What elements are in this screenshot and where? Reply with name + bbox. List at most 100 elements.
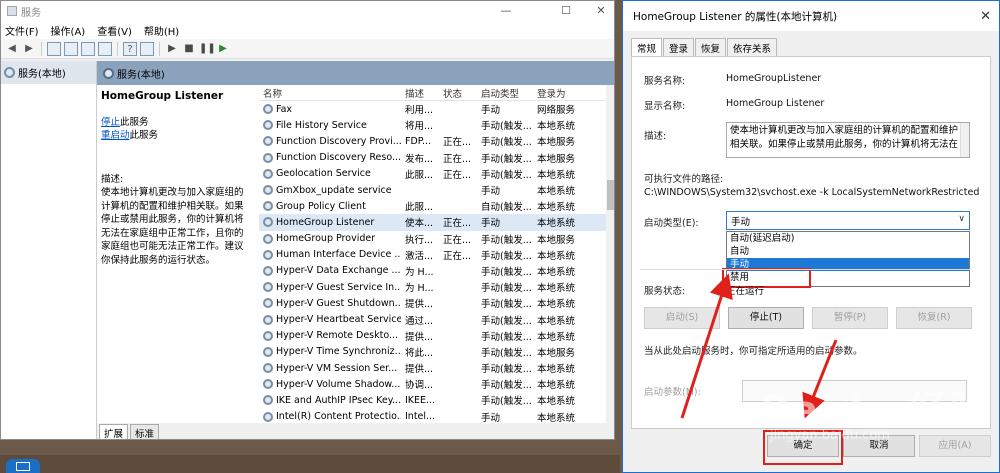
table-row[interactable]: Fax 利用... 手动 网络服务 [259, 101, 609, 117]
resume-button[interactable]: 恢复(R) [896, 307, 972, 329]
list-scrollbar[interactable] [606, 85, 614, 425]
column-startup-type[interactable]: 启动类型 [477, 86, 533, 100]
view-icon[interactable] [140, 41, 154, 56]
menu-file[interactable]: 文件(F) [5, 23, 39, 38]
column-name[interactable]: 名称 [259, 86, 401, 100]
restart-service-link[interactable]: 重启动 [101, 130, 130, 141]
table-row[interactable]: IKE and AuthIP IPsec Key... IKEE... 手动(触发.… [259, 392, 609, 408]
pause-button[interactable]: 暂停(P) [812, 307, 888, 329]
mail-icon [16, 462, 30, 471]
table-row[interactable]: Group Policy Client 此服... 自动(触发... 本地系统 [259, 198, 609, 214]
menu-view[interactable]: 查看(V) [97, 23, 132, 38]
service-logon-cell: 本地系统 [537, 364, 576, 376]
description-field[interactable]: 使本地计算机更改与加入家庭组的计算机的配置和维护相关联。如果停止或禁用此服务，你… [726, 122, 970, 158]
table-row[interactable]: Geolocation Service 此服... 正在... 手动(触发... 本地系… [259, 166, 609, 182]
table-row[interactable]: Hyper-V Heartbeat Service 通过... 手动(触发... 本地… [259, 311, 609, 327]
menu-help[interactable]: 帮助(H) [144, 23, 179, 38]
start-button[interactable]: 启动(S) [644, 307, 720, 329]
column-status[interactable]: 状态 [439, 86, 477, 100]
service-name-cell: Intel(R) Content Protectio... [259, 411, 401, 422]
forward-arrow-icon[interactable]: ▶ [22, 42, 36, 56]
panel-header: 服务(本地) [97, 61, 614, 85]
service-name-text: Hyper-V Data Exchange ... [276, 265, 401, 277]
scrollbar-thumb[interactable] [607, 180, 614, 210]
option-auto[interactable]: 自动 [727, 245, 969, 258]
startup-type-select[interactable]: 手动 ∨ [726, 211, 970, 230]
service-name-text: HomeGroup Listener [276, 216, 375, 228]
service-name-text: Hyper-V VM Session Ser... [276, 362, 398, 374]
table-row[interactable]: Hyper-V VM Session Ser... 提供... 手动(触发... 本地… [259, 360, 609, 376]
pause-icon[interactable]: ❚❚ [199, 42, 216, 56]
service-desc-cell: 协调... [405, 380, 434, 392]
table-row[interactable]: HomeGroup Listener 使本... 正在... 手动 本地系统 [259, 214, 609, 231]
service-desc-cell: 使本... [405, 218, 434, 230]
service-startup-cell: 手动(触发... [481, 283, 532, 295]
table-row[interactable]: Human Interface Device ... 激活... 正在... 手动(触… [259, 247, 609, 263]
table-row[interactable]: Hyper-V Guest Shutdown... 提供... 手动(触发... 本地… [259, 295, 609, 311]
exe-path-value: C:\WINDOWS\System32\svchost.exe -k Local… [644, 187, 980, 198]
service-desc-cell: 利用... [405, 105, 434, 117]
gear-icon [4, 67, 15, 78]
service-name-text: Function Discovery Provi... [276, 135, 401, 147]
table-row[interactable]: Hyper-V Time Synchroniz... 将此... 手动(触发... 本… [259, 344, 609, 360]
export-icon[interactable] [98, 41, 112, 56]
service-gear-icon [263, 152, 273, 163]
properties-icon[interactable] [64, 41, 78, 56]
back-arrow-icon[interactable]: ◀ [5, 42, 19, 56]
column-description[interactable]: 描述 [401, 86, 439, 100]
table-row[interactable]: Function Discovery Reso... 发布... 正在... 手动(触… [259, 150, 609, 166]
stop-icon[interactable]: ■ [182, 42, 196, 56]
table-row[interactable]: Hyper-V Guest Service In... 为 H... 手动(触发..… [259, 279, 609, 295]
table-row[interactable]: Hyper-V Remote Deskto... 提供... 手动(触发... 本地系… [259, 328, 609, 344]
service-gear-icon [263, 411, 273, 422]
table-row[interactable]: HomeGroup Provider 执行... 正在... 手动(触发... 本地服务 [259, 231, 609, 247]
service-name-text: Geolocation Service [276, 168, 371, 180]
description-scrollbar[interactable] [960, 123, 969, 157]
service-startup-cell: 手动 [481, 218, 501, 230]
service-desc-cell: IKEE... [405, 394, 436, 406]
table-row[interactable]: Function Discovery Provi... FDP... 正在... 手动… [259, 133, 609, 149]
maximize-button[interactable]: ☐ [551, 1, 581, 21]
tab-general[interactable]: 常规 [631, 38, 663, 56]
help-icon[interactable]: ? [123, 41, 137, 56]
service-gear-icon [263, 282, 273, 293]
restart-icon[interactable]: ▶ [216, 42, 230, 56]
tab-logon[interactable]: 登录 [663, 38, 695, 56]
service-startup-cell: 手动(触发... [481, 396, 532, 408]
start-params-hint: 当从此处启动服务时，你可指定所适用的启动参数。 [644, 346, 863, 357]
table-row[interactable]: File History Service 将用... 手动(触发... 本地系统 [259, 117, 609, 133]
table-row[interactable]: Hyper-V Volume Shadow... 协调... 手动(触发... 本地系… [259, 376, 609, 392]
service-status-cell: 正在... [443, 153, 472, 165]
tab-recovery[interactable]: 恢复 [695, 38, 727, 56]
service-name-cell: HomeGroup Provider [259, 233, 401, 244]
baidu-watermark-url: jingyan.baidu.com [770, 428, 890, 443]
tab-standard[interactable]: 标准 [130, 424, 160, 439]
mail-taskbar-button[interactable] [6, 459, 40, 473]
apply-button[interactable]: 应用(A) [919, 435, 991, 457]
refresh-icon[interactable] [81, 41, 95, 56]
service-logon-cell: 本地服务 [537, 137, 576, 149]
console-tree-icon[interactable] [47, 41, 61, 56]
service-desc-cell: 为 H... [405, 283, 434, 295]
toolbar: ◀ ▶ ? ▶ ■ ❚❚ ▶ [1, 39, 614, 59]
option-auto-delayed[interactable]: 自动(延迟启动) [727, 232, 969, 245]
window-close-button[interactable]: ✕ [586, 1, 614, 21]
tree-item-services-local[interactable]: 服务(本地) [1, 61, 96, 84]
menu-action[interactable]: 操作(A) [51, 23, 86, 38]
dialog-close-icon[interactable]: ✕ [980, 9, 991, 24]
service-logon-cell: 本地服务 [537, 234, 576, 246]
column-log-on-as[interactable]: 登录为 [533, 86, 593, 100]
stop-service-link[interactable]: 停止 [101, 117, 120, 128]
play-icon[interactable]: ▶ [165, 42, 179, 56]
service-startup-cell: 手动(触发... [481, 347, 532, 359]
table-row[interactable]: GmXbox_update service 手动 本地系统 [259, 182, 609, 198]
service-gear-icon [263, 363, 273, 374]
service-status-cell: 正在... [443, 169, 472, 181]
tab-extended[interactable]: 扩展 [99, 424, 129, 439]
restart-link-suffix: 此服务 [129, 130, 159, 141]
service-startup-cell: 手动 [481, 186, 501, 198]
table-row[interactable]: Hyper-V Data Exchange ... 为 H... 手动(触发... 本… [259, 263, 609, 279]
stop-button[interactable]: 停止(T) [728, 307, 804, 329]
tab-dependencies[interactable]: 依存关系 [727, 38, 778, 56]
minimize-button[interactable]: — [491, 1, 521, 21]
